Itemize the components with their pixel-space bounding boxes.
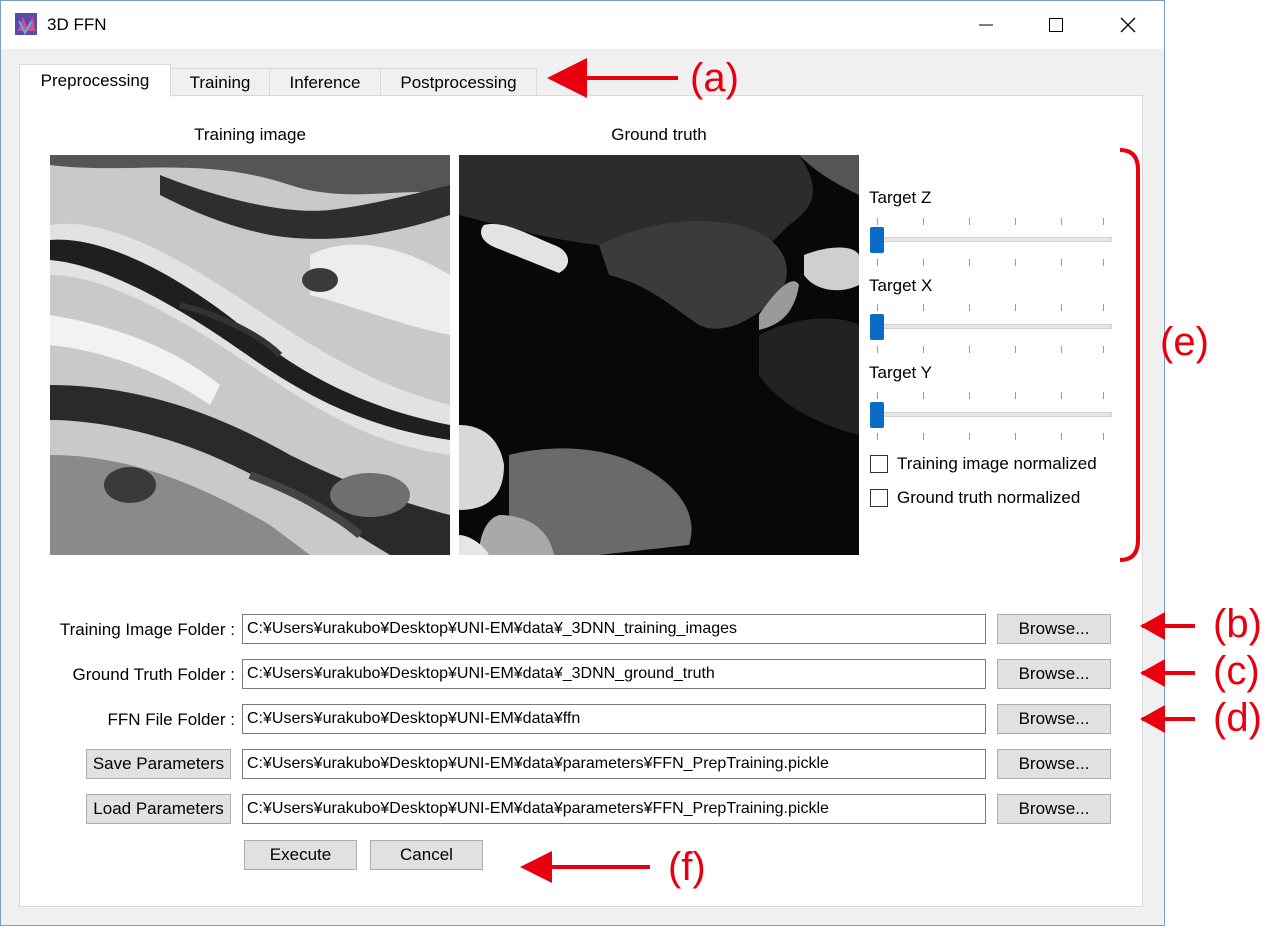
arrow-f-head [520,851,552,883]
arrow-b-head [1140,612,1165,640]
annotation-b: (b) [1213,602,1262,646]
bracket-e [1119,148,1140,562]
annotation-f: (f) [668,845,706,889]
annotation-arrows [520,57,1195,883]
arrow-d-head [1140,705,1165,733]
arrow-c-head [1140,659,1165,687]
annotation-c: (c) [1213,649,1260,693]
tab-preprocessing[interactable]: Preprocessing [19,64,171,97]
annotation-a: (a) [690,56,739,100]
annotation-e: (e) [1160,320,1209,364]
annotation-d: (d) [1213,696,1262,740]
